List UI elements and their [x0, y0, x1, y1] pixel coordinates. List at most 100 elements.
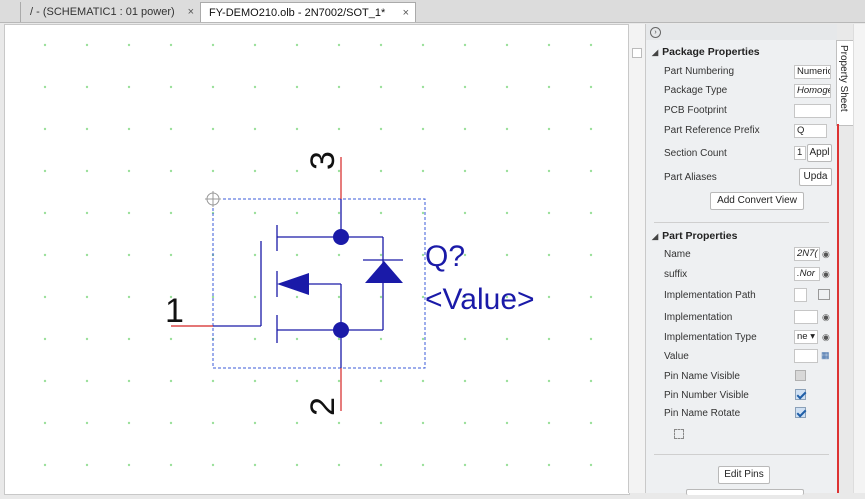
- grid-dot: [85, 211, 89, 215]
- grid-dot: [85, 421, 89, 425]
- grid-dot: [589, 421, 593, 425]
- grid-dot: [547, 295, 551, 299]
- visibility-eye-icon[interactable]: ◉: [822, 249, 832, 259]
- grid-dot: [127, 169, 131, 173]
- grid-dot: [337, 337, 341, 341]
- chevron-down-icon: ▾: [810, 331, 815, 342]
- grid-dot: [463, 43, 467, 47]
- grid-dot: [505, 463, 509, 467]
- grid-dot: [253, 379, 257, 383]
- grid-dot: [169, 253, 173, 257]
- origin-crosshair-icon: [205, 191, 221, 207]
- tab-part-editor-label: FY-DEMO210.olb - 2N7002/SOT_1*: [209, 7, 386, 19]
- suffix-field[interactable]: .Nor: [794, 267, 820, 281]
- grid-dot: [337, 421, 341, 425]
- grid-dot: [253, 253, 257, 257]
- tab-schematic-close-icon[interactable]: ×: [188, 2, 194, 22]
- part-reference-label[interactable]: Q?: [425, 240, 465, 273]
- grid-dot: [589, 127, 593, 131]
- pcb-footprint-field[interactable]: [794, 104, 831, 118]
- grid-dot: [547, 43, 551, 47]
- grid-dot: [211, 463, 215, 467]
- part-properties-header[interactable]: ◢ Part Properties: [652, 230, 737, 242]
- grid-dot: [43, 169, 47, 173]
- update-aliases-button[interactable]: Upda: [799, 168, 832, 186]
- value-field[interactable]: [794, 349, 818, 363]
- grid-dot: [253, 127, 257, 131]
- grid-dot: [505, 85, 509, 89]
- grid-dot: [505, 421, 509, 425]
- grid-dot: [463, 127, 467, 131]
- grid-dot: [421, 127, 425, 131]
- grid-dot: [295, 127, 299, 131]
- tab-schematic[interactable]: / - (SCHEMATIC1 : 01 power) ×: [22, 2, 200, 22]
- grid-dot: [169, 337, 173, 341]
- section-count-label: Section Count: [664, 148, 727, 159]
- grid-dot: [169, 169, 173, 173]
- grid-dot: [421, 211, 425, 215]
- visibility-eye-icon[interactable]: ◉: [822, 312, 832, 322]
- name-label: Name: [664, 249, 691, 260]
- visibility-eye-icon[interactable]: ◉: [822, 269, 832, 279]
- strip-toggle[interactable]: [632, 48, 642, 58]
- grid-dot: [253, 211, 257, 215]
- impl-field[interactable]: [794, 310, 818, 324]
- grid-dot: [589, 253, 593, 257]
- select-region-icon[interactable]: [674, 429, 684, 439]
- tab-part-editor-close-icon[interactable]: ×: [403, 3, 409, 23]
- part-numbering-field[interactable]: Numeric: [794, 65, 831, 79]
- collapse-triangle-icon: ◢: [652, 232, 659, 241]
- grid-dot: [337, 211, 341, 215]
- grid-dot: [337, 85, 341, 89]
- grid-dot: [589, 85, 593, 89]
- browse-folder-icon[interactable]: [818, 289, 830, 300]
- schematic-drawing: 1 2 3 Q? <Value>: [43, 43, 593, 467]
- visibility-eye-icon[interactable]: ◉: [822, 332, 832, 342]
- section-count-field[interactable]: 1: [794, 146, 806, 160]
- part-value-label[interactable]: <Value>: [425, 283, 535, 316]
- grid-dot: [463, 379, 467, 383]
- pin-number-visible-checkbox[interactable]: [795, 389, 806, 400]
- tab-part-editor[interactable]: FY-DEMO210.olb - 2N7002/SOT_1* ×: [200, 2, 416, 22]
- grid-dot: [127, 253, 131, 257]
- grid-dot: [127, 337, 131, 341]
- active-edge-indicator: [837, 124, 839, 493]
- grid-dot: [547, 85, 551, 89]
- impl-path-field[interactable]: [794, 288, 807, 302]
- grid-dot: [253, 169, 257, 173]
- grid-dot: [505, 337, 509, 341]
- grid-dot: [295, 43, 299, 47]
- impl-type-select[interactable]: ne ▾: [794, 330, 818, 344]
- grid-dot: [463, 85, 467, 89]
- next-button-partial[interactable]: [686, 489, 804, 495]
- panel-collapse-icon[interactable]: ›: [650, 27, 661, 38]
- grid-dot: [127, 295, 131, 299]
- grid-dot: [295, 379, 299, 383]
- calendar-icon[interactable]: ▦: [821, 350, 831, 360]
- add-convert-view-button[interactable]: Add Convert View: [710, 192, 804, 210]
- pin-name-visible-checkbox[interactable]: [795, 370, 806, 381]
- schematic-canvas[interactable]: 1 2 3 Q? <Value>: [4, 24, 630, 495]
- pin-3-number: 3: [304, 151, 342, 170]
- body-diode-icon: [365, 261, 403, 283]
- ref-prefix-field[interactable]: Q: [794, 124, 827, 138]
- tab-schematic-label: / - (SCHEMATIC1 : 01 power): [30, 6, 175, 18]
- grid-dot: [43, 127, 47, 131]
- grid-dot: [589, 211, 593, 215]
- grid-dot: [211, 169, 215, 173]
- grid-dot: [85, 127, 89, 131]
- grid-dot: [337, 127, 341, 131]
- edit-pins-button[interactable]: Edit Pins: [718, 466, 770, 484]
- grid-dot: [43, 253, 47, 257]
- grid-dot: [85, 85, 89, 89]
- package-type-field[interactable]: Homoge: [794, 84, 831, 98]
- name-field[interactable]: 2N7(: [794, 247, 820, 261]
- grid-dot: [211, 421, 215, 425]
- grid-dot: [337, 463, 341, 467]
- package-properties-header[interactable]: ◢ Package Properties: [652, 46, 760, 58]
- gate-arrow-icon: [277, 273, 309, 295]
- grid-dot: [547, 463, 551, 467]
- grid-dot: [379, 421, 383, 425]
- apply-button[interactable]: Appl: [807, 144, 832, 162]
- pin-name-rotate-checkbox[interactable]: [795, 407, 806, 418]
